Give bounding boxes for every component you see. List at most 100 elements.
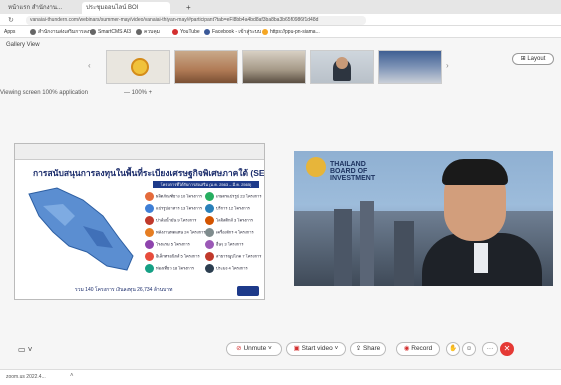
layout-label: Layout [527, 56, 546, 62]
bookmark-smartcms[interactable]: SmartCMS AI3 [90, 28, 131, 36]
list-item: พลังงานทดแทน 24 โครงการ [145, 228, 206, 237]
tab-1-label: หน้าแรก สำนักงาน... [8, 5, 62, 11]
screen: หน้าแรก สำนักงาน... ประชุมออนไลน์ BOI + … [0, 0, 561, 385]
energy-icon [145, 228, 154, 237]
list-item: เครื่องจักร 4 โครงการ [205, 228, 262, 237]
boi-line-3: INVESTMENT [330, 175, 376, 182]
more-icon: ··· [486, 345, 494, 352]
list-item: อื่นๆ 3 โครงการ [205, 240, 262, 249]
speaker-video[interactable]: THAILAND BOARD OF INVESTMENT [294, 151, 553, 286]
tab-2[interactable]: ประชุมออนไลน์ BOI [82, 2, 170, 14]
slide-toolbar [15, 144, 264, 160]
list-item: ประมง 4 โครงการ [205, 264, 262, 273]
bookmark-apps[interactable]: Apps [4, 28, 15, 36]
next-page-icon[interactable]: › [446, 61, 449, 70]
list-item: ผลิตภัณฑ์ยาง 10 โครงการ [145, 192, 206, 201]
address-bar-row: ↻ vanaiai-thundern.com/webinars/summer-m… [0, 14, 561, 26]
tab-1[interactable]: หน้าแรก สำนักงาน... [4, 2, 66, 14]
close-icon: ✕ [503, 344, 511, 353]
share-button[interactable]: ⇪ Share [350, 342, 386, 356]
thumbnail-5[interactable] [378, 50, 442, 84]
unmute-button[interactable]: ⊘ Unmute ˅ [226, 342, 282, 356]
shared-screen[interactable]: การสนับสนุนการลงทุนในพื้นที่ระเบียงเศรษฐ… [14, 143, 265, 300]
participant-thumbnails [88, 50, 458, 84]
chevron-up-icon[interactable]: ˄ [70, 373, 74, 379]
youtube-icon [172, 28, 178, 35]
rubber-icon [145, 192, 154, 201]
southern-map-graphic [28, 187, 134, 271]
food-icon [145, 204, 154, 213]
slide-title: การสนับสนุนการลงทุนในพื้นที่ระเบียงเศรษฐ… [33, 168, 265, 178]
record-button[interactable]: ◉ Record [396, 342, 440, 356]
raise-hand-button[interactable]: ✋ [446, 342, 460, 356]
slide-items-left: ผลิตภัณฑ์ยาง 10 โครงการ แปรรูปอาหาร 13 โ… [145, 192, 206, 273]
bookmark-ppu[interactable]: https://ppu-pn-siama... [262, 28, 320, 36]
boi-label: THAILAND BOARD OF INVESTMENT [330, 161, 375, 182]
browser-tabstrip: หน้าแรก สำนักงาน... ประชุมออนไลน์ BOI + [0, 0, 561, 14]
list-item: ปาล์มน้ำมัน 9 โครงการ [145, 216, 206, 225]
logistics-icon [205, 216, 214, 225]
slide-footer: รวม 140 โครงการ เงินลงทุน 26,734 ล้านบาท [75, 287, 173, 293]
start-video-label: Start video [301, 345, 333, 352]
status-bar: zoom.us 2022.4... ˄ [0, 369, 561, 385]
palm-icon [145, 216, 154, 225]
boi-logo-small [237, 286, 259, 296]
record-label: Record [411, 345, 433, 352]
boi-line-1: THAILAND [330, 161, 366, 168]
bookmark-boi-label: สำนักงานส่งเสริมการลงทุน [38, 29, 96, 35]
bookmark-control[interactable]: ควบคุม [136, 28, 160, 36]
bookmark-youtube[interactable]: YouTube [172, 28, 200, 36]
hand-icon: ✋ [448, 345, 458, 352]
machine-icon [205, 228, 214, 237]
list-item: เกษตรแปรรูป 23 โครงการ [205, 192, 262, 201]
url-field[interactable]: vanaiai-thundern.com/webinars/summer-may… [26, 16, 366, 25]
list-item: โลจิสติกส์ 3 โครงการ [205, 216, 262, 225]
globe-icon [262, 28, 268, 35]
bookmark-apps-label: Apps [4, 29, 16, 35]
share-icon: ⇪ [355, 345, 363, 352]
start-video-button[interactable]: ▣ Start video ˅ [286, 342, 346, 356]
thumbnail-1[interactable] [106, 50, 170, 84]
slide-items-right: เกษตรแปรรูป 23 โครงการ บริการ 12 โครงการ… [205, 192, 262, 273]
speaker-hair [442, 159, 508, 185]
bookmark-ppu-label: https://ppu-pn-siama... [270, 29, 320, 35]
fishery-icon [205, 264, 214, 273]
thumbnail-3[interactable] [242, 50, 306, 84]
more-button[interactable]: ··· [482, 342, 498, 356]
slide-subtitle-bar: โครงการที่ได้รับการส่งเสริม (ม.ค. 2563 –… [153, 181, 259, 188]
speaker-collar [474, 243, 488, 273]
camera-off-icon: ▣ [293, 345, 302, 352]
leave-button[interactable]: ✕ [500, 342, 514, 356]
list-item: บริการ 12 โครงการ [205, 204, 262, 213]
facebook-icon [204, 28, 210, 35]
meeting-view-title: Gallery View [6, 42, 40, 48]
electronics-icon [145, 252, 154, 261]
url-text: vanaiai-thundern.com/webinars/summer-may… [30, 17, 319, 23]
building [394, 221, 414, 286]
person-face [336, 57, 348, 69]
share-label: Share [362, 345, 381, 352]
chat-icon[interactable]: ▭ ˅ [18, 345, 32, 354]
boi-logo [306, 157, 326, 177]
emblem-icon [131, 58, 149, 76]
other-icon [205, 240, 214, 249]
list-item: สาธารณูปโภค 7 โครงการ [205, 252, 262, 261]
layout-button[interactable]: ⊞ Layout [512, 53, 554, 65]
thumbnail-2[interactable] [174, 50, 238, 84]
building [360, 201, 374, 286]
bookmark-boi[interactable]: สำนักงานส่งเสริมการลงทุน [30, 28, 96, 36]
bookmark-control-label: ควบคุม [144, 29, 160, 35]
share-status-label: Viewing screen 100% application [0, 90, 88, 96]
hotel-icon [145, 240, 154, 249]
reload-icon[interactable]: ↻ [8, 16, 14, 24]
reactions-button[interactable]: ☺ [462, 342, 476, 356]
thumbnail-4[interactable] [310, 50, 374, 84]
new-tab-button[interactable]: + [182, 2, 194, 14]
unmute-label: Unmute [243, 345, 267, 352]
bookmark-facebook[interactable]: Facebook - เข้าสู่ระบบ [204, 28, 261, 36]
building [334, 209, 352, 286]
globe-icon [136, 28, 142, 35]
service-icon [205, 204, 214, 213]
zoom-control[interactable]: — 100% + [124, 90, 152, 96]
plus-icon: + [186, 3, 191, 12]
